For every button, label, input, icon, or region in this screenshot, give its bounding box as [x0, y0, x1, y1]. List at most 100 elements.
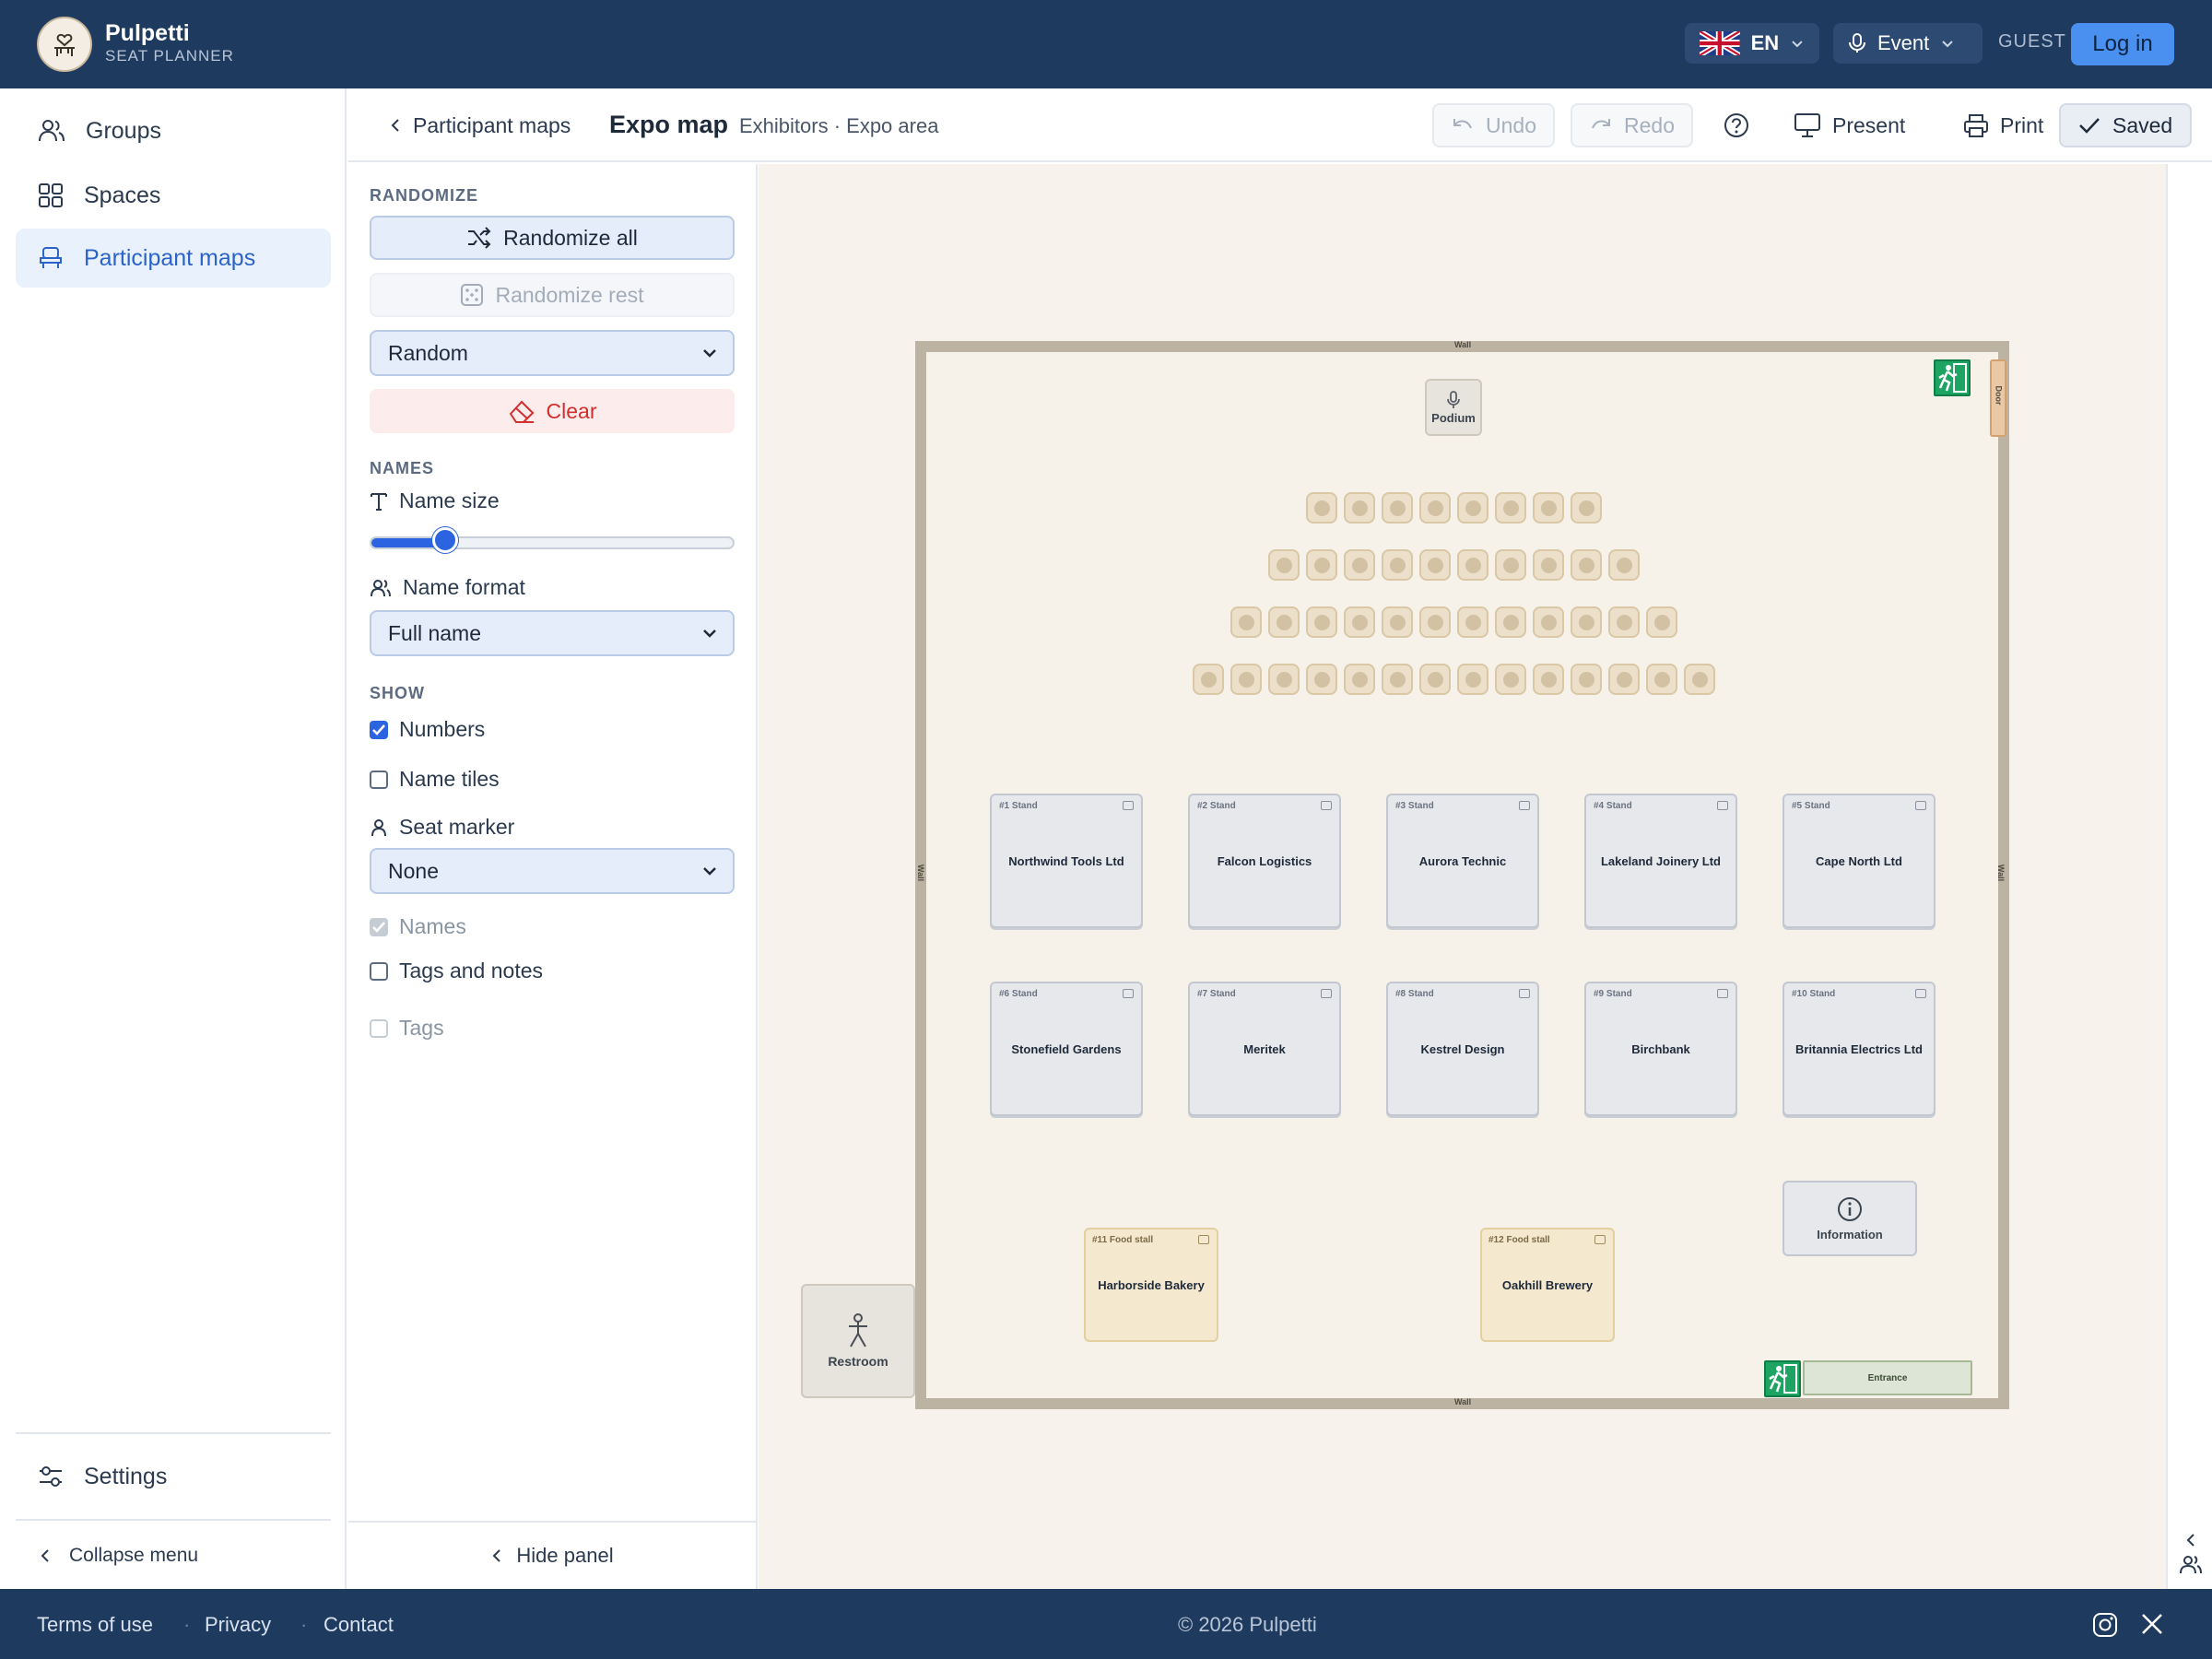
seat[interactable]: [1267, 606, 1300, 638]
stand-1[interactable]: #1 Stand Northwind Tools Ltd: [990, 794, 1143, 928]
seat[interactable]: [1381, 606, 1413, 638]
seat[interactable]: [1494, 549, 1526, 581]
stand-6[interactable]: #6 Stand Stonefield Gardens: [990, 982, 1143, 1116]
mode-selector[interactable]: Event: [1833, 23, 1983, 64]
food-stall-11[interactable]: #11 Food stall Harborside Bakery: [1084, 1228, 1218, 1342]
stand-7[interactable]: #7 Stand Meritek: [1188, 982, 1341, 1116]
seat[interactable]: [1192, 664, 1224, 695]
app-logo[interactable]: [37, 17, 92, 72]
checkbox-unchecked[interactable]: [370, 961, 388, 981]
stand-3[interactable]: #3 Stand Aurora Technic: [1386, 794, 1539, 928]
randomize-rest-button[interactable]: Randomize rest: [370, 273, 735, 317]
clear-button[interactable]: Clear: [370, 389, 735, 433]
emergency-exit-sign[interactable]: [1934, 359, 1971, 396]
seat[interactable]: [1305, 549, 1337, 581]
seat[interactable]: [1532, 664, 1564, 695]
seat[interactable]: [1381, 492, 1413, 524]
seat[interactable]: [1230, 664, 1262, 695]
seat[interactable]: [1570, 492, 1602, 524]
seat[interactable]: [1494, 664, 1526, 695]
sidebar-item-spaces[interactable]: Spaces: [16, 166, 331, 225]
restroom-object[interactable]: Restroom: [801, 1284, 915, 1398]
seat[interactable]: [1570, 664, 1602, 695]
seat[interactable]: [1305, 492, 1337, 524]
seat[interactable]: [1267, 664, 1300, 695]
name-size-slider[interactable]: [370, 536, 735, 549]
checkbox-unchecked-disabled[interactable]: [370, 1018, 388, 1038]
users-icon[interactable]: [2179, 1554, 2203, 1576]
back-link[interactable]: Participant maps: [372, 103, 587, 147]
seat[interactable]: [1645, 664, 1677, 695]
seat[interactable]: [1494, 492, 1526, 524]
stand-8[interactable]: #8 Stand Kestrel Design: [1386, 982, 1539, 1116]
name-format-select[interactable]: Full name: [370, 610, 735, 656]
seat[interactable]: [1532, 549, 1564, 581]
seat[interactable]: [1343, 664, 1375, 695]
login-button[interactable]: Log in: [2071, 23, 2174, 65]
instagram-icon[interactable]: [2092, 1612, 2118, 1638]
stand-9[interactable]: #9 Stand Birchbank: [1584, 982, 1737, 1116]
contact-link[interactable]: Contact: [324, 1613, 394, 1637]
seat[interactable]: [1456, 549, 1488, 581]
checkbox-checked-disabled[interactable]: [370, 917, 388, 936]
sidebar-item-participant-maps[interactable]: Participant maps: [16, 229, 331, 288]
checkbox-unchecked[interactable]: [370, 770, 388, 789]
randomize-all-button[interactable]: Randomize all: [370, 216, 735, 260]
seat-marker-select[interactable]: None: [370, 848, 735, 894]
sidebar-item-groups[interactable]: Groups: [16, 101, 331, 160]
entrance-object[interactable]: Entrance: [1803, 1360, 1972, 1395]
present-button[interactable]: Present: [1777, 103, 1922, 147]
hide-panel-button[interactable]: Hide panel: [348, 1521, 756, 1589]
stand-2[interactable]: #2 Stand Falcon Logistics: [1188, 794, 1341, 928]
seat[interactable]: [1418, 549, 1451, 581]
seat[interactable]: [1418, 664, 1451, 695]
privacy-link[interactable]: Privacy: [205, 1613, 271, 1637]
emergency-exit-sign[interactable]: [1764, 1360, 1801, 1397]
seat[interactable]: [1645, 606, 1677, 638]
randomize-mode-select[interactable]: Random: [370, 330, 735, 376]
seat[interactable]: [1418, 606, 1451, 638]
seat[interactable]: [1456, 664, 1488, 695]
language-selector[interactable]: EN: [1685, 23, 1819, 64]
seat[interactable]: [1267, 549, 1300, 581]
redo-button[interactable]: Redo: [1571, 103, 1693, 147]
print-button[interactable]: Print: [1947, 103, 2060, 147]
sidebar-item-settings[interactable]: Settings: [16, 1447, 331, 1506]
seat[interactable]: [1230, 606, 1262, 638]
chevron-left-icon[interactable]: [2184, 1532, 2197, 1548]
stand-4[interactable]: #4 Stand Lakeland Joinery Ltd: [1584, 794, 1737, 928]
seat[interactable]: [1683, 664, 1715, 695]
seat[interactable]: [1607, 606, 1640, 638]
names-checkbox[interactable]: Names: [370, 914, 466, 939]
seat[interactable]: [1607, 664, 1640, 695]
seat[interactable]: [1418, 492, 1451, 524]
podium-object[interactable]: Podium: [1425, 379, 1482, 436]
seat[interactable]: [1532, 606, 1564, 638]
tags-and-notes-checkbox[interactable]: Tags and notes: [370, 959, 543, 983]
seat[interactable]: [1381, 549, 1413, 581]
name-tiles-checkbox[interactable]: Name tiles: [370, 767, 500, 792]
undo-button[interactable]: Undo: [1432, 103, 1555, 147]
information-object[interactable]: Information: [1783, 1181, 1917, 1256]
help-button[interactable]: [1712, 103, 1760, 147]
saved-button[interactable]: Saved: [2059, 103, 2192, 147]
seat[interactable]: [1343, 606, 1375, 638]
seat[interactable]: [1532, 492, 1564, 524]
tags-checkbox[interactable]: Tags: [370, 1016, 444, 1041]
checkbox-checked[interactable]: [370, 720, 388, 739]
seat[interactable]: [1305, 664, 1337, 695]
seat[interactable]: [1381, 664, 1413, 695]
seat[interactable]: [1305, 606, 1337, 638]
seat[interactable]: [1570, 606, 1602, 638]
seat[interactable]: [1456, 492, 1488, 524]
seat[interactable]: [1456, 606, 1488, 638]
collapse-menu-button[interactable]: Collapse menu: [16, 1526, 331, 1585]
numbers-checkbox[interactable]: Numbers: [370, 717, 485, 742]
seat[interactable]: [1570, 549, 1602, 581]
x-icon[interactable]: [2140, 1612, 2164, 1636]
seat[interactable]: [1343, 549, 1375, 581]
seat[interactable]: [1343, 492, 1375, 524]
food-stall-12[interactable]: #12 Food stall Oakhill Brewery: [1480, 1228, 1615, 1342]
seat[interactable]: [1607, 549, 1640, 581]
seat[interactable]: [1494, 606, 1526, 638]
